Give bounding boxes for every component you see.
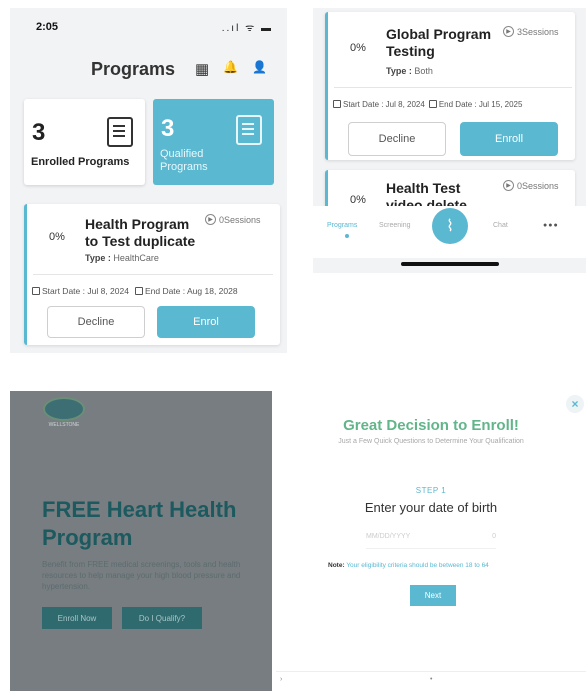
program-card[interactable]: 0% Global Program Testing ▶ 3Sessions Ty… — [325, 12, 575, 160]
program-card[interactable]: 0% Health Program to Test duplicate ▶ 0S… — [24, 204, 280, 345]
end-date-text: End Date : Aug 18, 2028 — [144, 286, 238, 296]
play-icon: ▶ — [205, 214, 216, 225]
programs-list-screen: 0% Global Program Testing ▶ 3Sessions Ty… — [313, 8, 586, 273]
profile-icon[interactable]: 👤 — [252, 60, 267, 78]
calendar-icon — [333, 100, 341, 108]
hero-description: Benefit from FREE medical screenings, to… — [42, 560, 241, 591]
age-field[interactable]: 0 — [492, 533, 496, 548]
step-question: Enter your date of birth — [364, 500, 498, 515]
note-text: Your eligibility criteria should be betw… — [346, 562, 489, 569]
step-label: STEP 1 — [415, 486, 447, 495]
modal-subtitle: Just a Few Quick Questions to Determine … — [338, 438, 524, 445]
more-icon[interactable]: ●●● — [543, 222, 559, 229]
end-date: End Date : Jul 15, 2025 — [428, 100, 523, 109]
program-dates: Start Date : Jul 8, 2024 End Date : Aug … — [32, 286, 238, 296]
calendar-icon — [134, 287, 143, 295]
heart-health-landing: WELLSTONE FREE Heart Health Program Bene… — [10, 391, 272, 691]
footer-left-icon: › — [280, 676, 283, 683]
tab-screening[interactable]: Screening — [379, 222, 411, 229]
page-title: Programs — [91, 59, 176, 79]
program-name: Global Program Testing — [386, 26, 492, 59]
start-date-text: Start Date : Jul 8, 2024 — [42, 286, 129, 296]
bell-icon[interactable]: 🔔 — [223, 60, 238, 78]
sessions-label: 3Sessions — [517, 26, 559, 37]
eligibility-note: Note: Your eligibility criteria should b… — [328, 562, 489, 569]
decline-button[interactable]: Decline — [47, 306, 145, 338]
start-date: Start Date : Jul 8, 2024 — [32, 286, 129, 296]
calendar-icon — [32, 287, 40, 295]
sessions-label: 0Sessions — [219, 214, 261, 225]
dob-input-row: MM/DD/YYYY 0 — [366, 533, 496, 549]
enroll-qualification-modal: × Great Decision to Enroll! Just a Few Q… — [276, 391, 586, 691]
qualified-label: Qualified Programs — [160, 148, 208, 173]
programs-screen: 2:05 ..ıl ᯤ ▬ Programs ▦ 🔔 👤 3 Enrolled … — [10, 8, 287, 353]
sessions-count: ▶ 0Sessions — [205, 214, 261, 225]
modal-title: Great Decision to Enroll! — [343, 417, 519, 434]
bottom-tab-bar: Programs Screening ⌇ Chat ●●● — [313, 206, 586, 258]
note-label: Note: — [328, 562, 345, 569]
calendar-icon — [428, 100, 437, 108]
sessions-label: 0Sessions — [517, 180, 559, 191]
footer-center-icon: • — [430, 676, 433, 683]
end-date-text: End Date : Jul 15, 2025 — [438, 100, 523, 109]
divider — [334, 87, 572, 88]
close-icon[interactable]: × — [566, 395, 584, 413]
sessions-count: ▶ 3Sessions — [503, 26, 559, 37]
progress-percent: 0% — [350, 42, 366, 54]
logo-text: WELLSTONE — [48, 422, 80, 428]
enroll-button[interactable]: Enroll — [460, 122, 558, 156]
qualified-count: 3 — [161, 115, 175, 142]
status-icons: ..ıl ᯤ ▬ — [221, 23, 273, 34]
status-time: 2:05 — [36, 21, 59, 33]
type-value: Both — [414, 66, 433, 76]
do-i-qualify-button[interactable]: Do I Qualify? — [122, 607, 202, 629]
enrolled-count: 3 — [32, 119, 46, 146]
divider — [33, 274, 273, 275]
chart-icon: ⌇ — [446, 218, 454, 235]
program-type: Type : HealthCare — [85, 253, 159, 263]
enroll-button[interactable]: Enrol — [157, 306, 255, 338]
start-date-text: Start Date : Jul 8, 2024 — [343, 100, 425, 109]
qualified-programs-card[interactable]: 3 Qualified Programs — [153, 99, 274, 185]
home-indicator — [401, 262, 499, 266]
center-action-button[interactable]: ⌇ — [432, 208, 468, 244]
progress-percent: 0% — [49, 231, 65, 243]
enrolled-programs-card[interactable]: 3 Enrolled Programs — [24, 99, 145, 185]
enroll-now-button[interactable]: Enroll Now — [42, 607, 112, 629]
dob-field[interactable]: MM/DD/YYYY — [366, 533, 410, 548]
tab-chat[interactable]: Chat — [493, 222, 508, 229]
certificate-icon — [107, 117, 133, 147]
play-icon: ▶ — [503, 180, 514, 191]
sessions-count: ▶ 0Sessions — [503, 180, 559, 191]
decline-button[interactable]: Decline — [348, 122, 446, 156]
type-label: Type : — [386, 66, 412, 76]
program-dates: Start Date : Jul 8, 2024 End Date : Jul … — [333, 100, 522, 109]
document-icon — [236, 115, 262, 145]
type-value: HealthCare — [113, 253, 159, 263]
calendar-icon[interactable]: ▦ — [195, 60, 209, 78]
program-name: Health Program to Test duplicate — [85, 216, 196, 249]
type-label: Type : — [85, 253, 111, 263]
play-icon: ▶ — [503, 26, 514, 37]
progress-percent: 0% — [350, 194, 366, 206]
hero-title: FREE Heart Health Program — [42, 497, 237, 550]
enrolled-label: Enrolled Programs — [31, 156, 130, 168]
start-date: Start Date : Jul 8, 2024 — [333, 100, 425, 109]
globe-logo-icon — [43, 397, 85, 421]
tab-programs[interactable]: Programs — [327, 222, 357, 229]
end-date: End Date : Aug 18, 2028 — [134, 286, 238, 296]
logo: WELLSTONE — [40, 397, 88, 428]
program-type: Type : Both — [386, 66, 433, 76]
modal-footer: › • — [276, 671, 586, 691]
header-icons: ▦ 🔔 👤 — [195, 60, 267, 78]
active-tab-indicator — [345, 234, 349, 238]
next-button[interactable]: Next — [410, 585, 456, 606]
